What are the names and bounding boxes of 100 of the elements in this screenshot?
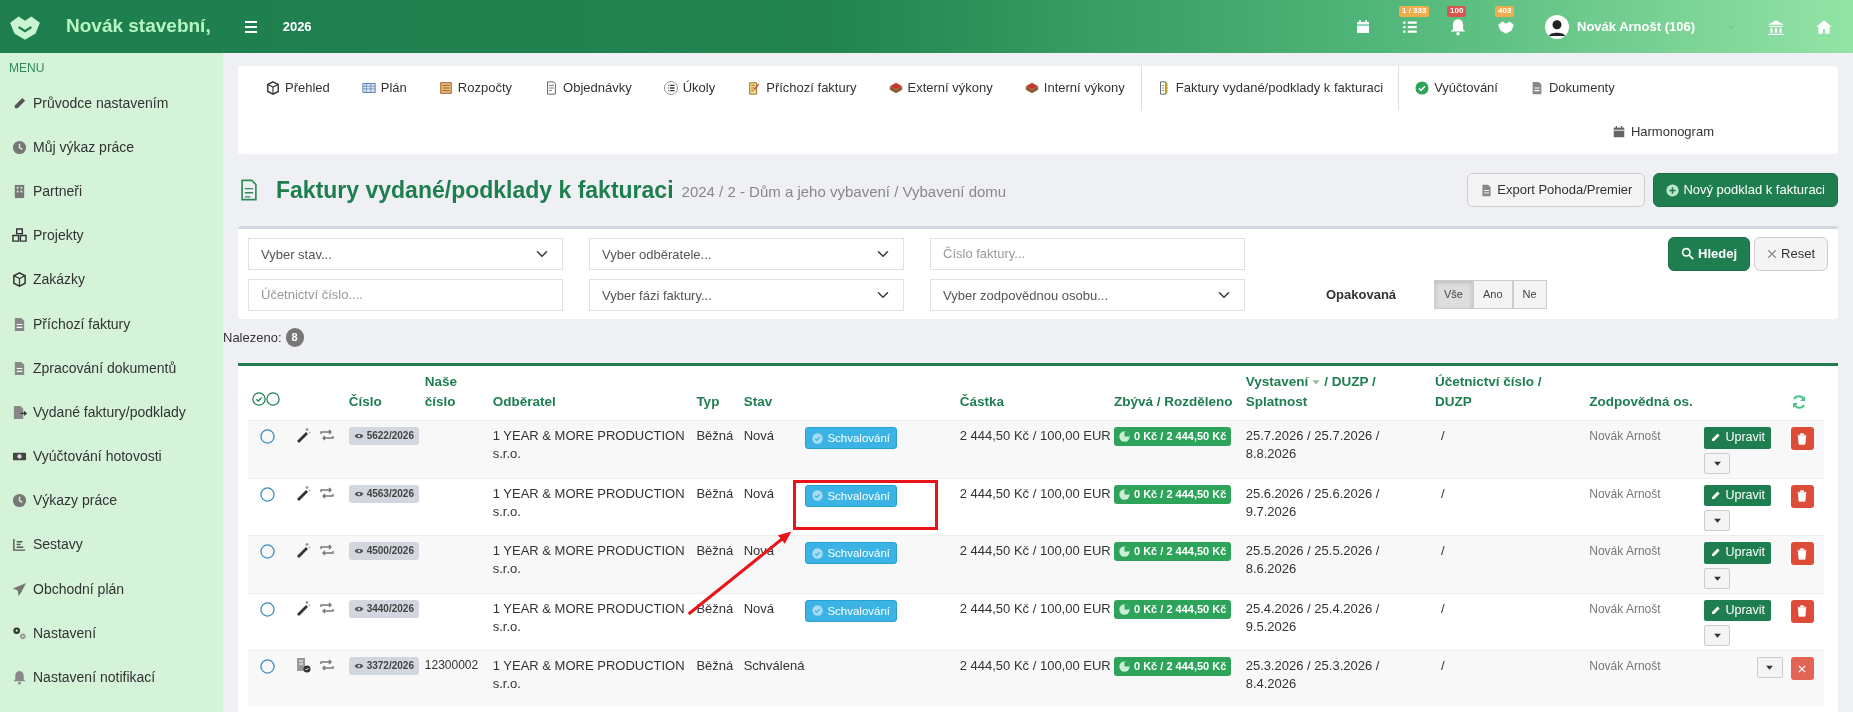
tab[interactable]: Externí výkony xyxy=(872,66,1009,110)
pie-chart-icon xyxy=(1119,603,1130,615)
radio-icon[interactable] xyxy=(260,429,275,445)
tab[interactable]: Úkoly xyxy=(647,66,732,110)
sidebar-item[interactable]: Partneři xyxy=(0,169,223,214)
radio-icon[interactable] xyxy=(260,486,275,502)
filter-option[interactable]: Ne xyxy=(1512,280,1547,309)
magic-wand-icon[interactable] xyxy=(295,542,312,558)
bell-icon[interactable] xyxy=(1449,17,1467,36)
invoice-number-badge[interactable]: 4500/2026 xyxy=(348,542,419,560)
select-field[interactable]: Vyber stav... xyxy=(248,237,563,270)
radio-icon[interactable] xyxy=(260,544,275,560)
magic-wand-icon[interactable] xyxy=(295,427,312,443)
table-cell: 12300002 xyxy=(424,658,479,672)
delete-button[interactable] xyxy=(1790,484,1814,508)
column-header[interactable]: Odběratel xyxy=(492,391,689,412)
input-field[interactable]: Číslo faktury... xyxy=(930,237,1245,270)
repeat-icon[interactable] xyxy=(319,657,336,673)
pie-chart-icon xyxy=(1119,431,1130,443)
tab[interactable]: Vyúčtování xyxy=(1399,66,1514,110)
select-field[interactable]: Vyber odběratele... xyxy=(589,237,904,270)
sidebar-item[interactable]: Zakázky xyxy=(0,257,223,302)
column-header[interactable]: Naše číslo xyxy=(424,371,485,412)
circle-outline-icon[interactable] xyxy=(266,391,280,406)
sidebar-item[interactable]: Nastavení xyxy=(0,611,223,656)
sidebar-item[interactable]: Vyúčtování hotovosti xyxy=(0,434,223,479)
invoice-number-badge[interactable]: 3372/2026 xyxy=(348,657,419,675)
column-header[interactable]: Stav xyxy=(743,391,798,412)
filter-option[interactable]: Vše xyxy=(1434,280,1473,309)
export-button[interactable]: Export Pohoda/Premier xyxy=(1467,173,1646,207)
pie-chart-icon xyxy=(1119,488,1130,500)
sidebar-item[interactable]: Sestavy xyxy=(0,522,223,568)
column-header[interactable]: Zodpovědná os. xyxy=(1589,391,1697,412)
sidebar-item[interactable]: Zpracování dokumentů xyxy=(0,346,223,391)
table-cell: Běžná xyxy=(696,428,734,443)
tab[interactable]: Harmonogram xyxy=(1595,110,1730,154)
column-header[interactable]: Zbývá / Rozděleno xyxy=(1114,391,1238,412)
delete-button[interactable] xyxy=(1790,657,1814,680)
edit-button[interactable]: Upravit xyxy=(1704,599,1772,621)
calendar-icon[interactable] xyxy=(1355,18,1371,35)
column-header[interactable]: Typ xyxy=(696,391,736,412)
delete-button[interactable] xyxy=(1790,542,1814,565)
tab[interactable]: Rozpočty xyxy=(422,66,529,110)
dropdown-button[interactable] xyxy=(1704,625,1731,646)
reset-button[interactable]: Reset xyxy=(1754,237,1828,271)
column-header[interactable]: Účetnictví číslo / DUZP xyxy=(1434,371,1582,412)
magic-wand-icon[interactable] xyxy=(295,599,312,616)
eye-icon xyxy=(353,661,364,671)
select-field[interactable]: Vyber fázi faktury... xyxy=(589,278,904,311)
table-cell: 25.7.2026 / 25.7.2026 / 8.8.2026 xyxy=(1245,428,1380,462)
sidebar-item[interactable]: Výkazy práce xyxy=(0,478,223,523)
sidebar-item[interactable]: Můj výkaz práce xyxy=(0,125,223,170)
pencil-icon xyxy=(1710,489,1722,501)
approved-document-icon[interactable] xyxy=(295,657,312,673)
column-header[interactable]: Číslo xyxy=(348,391,417,412)
column-header[interactable]: Vystavení xyxy=(1245,371,1309,392)
check-circle-outline-icon[interactable] xyxy=(252,391,266,406)
search-button[interactable]: Hledej xyxy=(1668,237,1751,271)
invoice-number-badge[interactable]: 3440/2026 xyxy=(348,599,419,618)
dropdown-button[interactable] xyxy=(1756,657,1783,678)
tab[interactable]: Dokumenty xyxy=(1513,66,1631,110)
sidebar-item[interactable]: Příchozí faktury xyxy=(0,301,223,347)
dropdown-button[interactable] xyxy=(1704,567,1731,589)
repeat-icon[interactable] xyxy=(319,542,336,558)
radio-icon[interactable] xyxy=(260,601,275,617)
refresh-icon[interactable] xyxy=(1790,394,1807,411)
invoice-number-badge[interactable]: 5622/2026 xyxy=(348,427,419,445)
dropdown-button[interactable] xyxy=(1704,452,1731,474)
sidebar-item[interactable]: Průvodce nastavením xyxy=(0,81,223,126)
select-field[interactable]: Vyber zodpovědnou osobu... xyxy=(930,278,1245,311)
sidebar-item[interactable]: Nastavení notifikací xyxy=(0,655,223,700)
edit-button[interactable]: Upravit xyxy=(1704,484,1772,506)
magic-wand-icon[interactable] xyxy=(295,484,312,501)
delete-button[interactable] xyxy=(1790,599,1814,623)
menu-icon[interactable] xyxy=(242,18,259,35)
invoice-number-badge[interactable]: 4563/2026 xyxy=(348,484,419,503)
dropdown-button[interactable] xyxy=(1704,510,1731,531)
input-field[interactable]: Účetnictví číslo.... xyxy=(248,278,563,311)
avatar-icon xyxy=(1545,14,1569,39)
column-header[interactable]: / DUZP / xyxy=(1324,371,1376,392)
tab[interactable]: Plán xyxy=(345,66,423,110)
gears-icon xyxy=(12,625,27,641)
new-invoice-button[interactable]: Nový podklad k fakturaci xyxy=(1653,173,1838,207)
sidebar-item[interactable]: Obchodní plán xyxy=(0,567,223,612)
paper-plane-icon xyxy=(12,581,27,597)
tab[interactable]: Příchozí faktury xyxy=(731,66,873,110)
sidebar-item[interactable]: Vydané faktury/podklady xyxy=(0,390,223,435)
delete-button[interactable] xyxy=(1790,427,1814,450)
tab[interactable]: Přehled xyxy=(250,66,346,110)
tab[interactable]: Faktury vydané/podklady k fakturaci xyxy=(1140,66,1400,110)
tab[interactable]: Objednávky xyxy=(528,66,648,110)
sidebar-item[interactable]: Projekty xyxy=(0,213,223,258)
column-header[interactable]: Částka xyxy=(959,391,1106,412)
repeat-icon[interactable] xyxy=(319,427,336,443)
edit-button[interactable]: Upravit xyxy=(1704,427,1772,449)
radio-icon[interactable] xyxy=(260,659,275,675)
filter-option[interactable]: Ano xyxy=(1472,280,1513,309)
tab[interactable]: Interní výkony xyxy=(1008,66,1141,110)
column-header[interactable]: Splatnost xyxy=(1245,391,1308,412)
edit-button[interactable]: Upravit xyxy=(1704,542,1772,564)
